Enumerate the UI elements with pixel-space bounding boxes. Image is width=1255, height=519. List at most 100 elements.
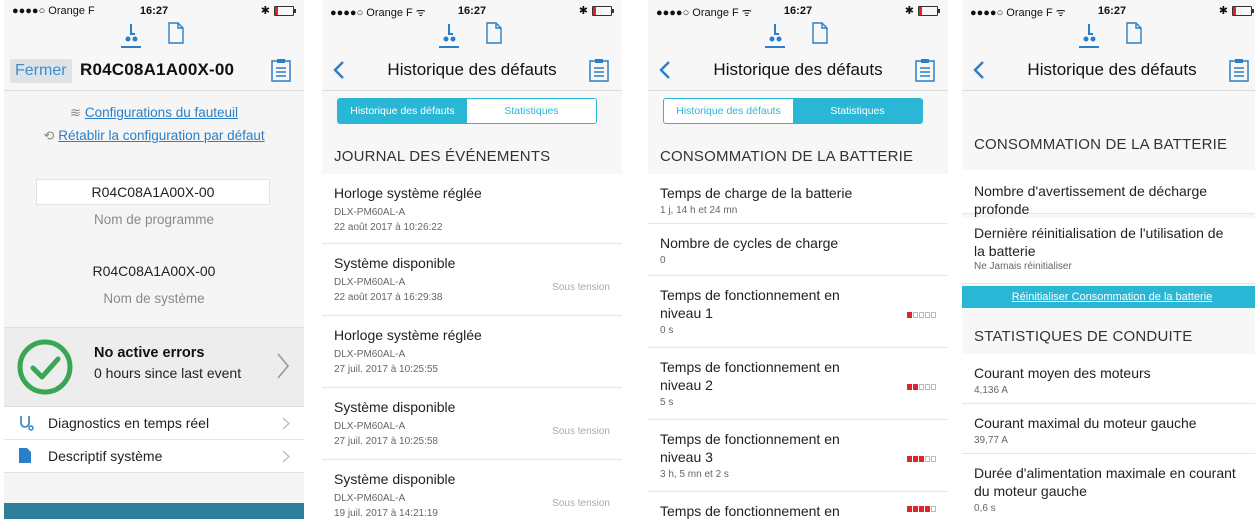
level-cell	[907, 312, 912, 318]
level-cell	[913, 384, 918, 390]
chevron-right-icon	[276, 352, 290, 380]
level-cell	[919, 456, 924, 462]
clipboard-icon[interactable]	[1228, 58, 1250, 82]
list-item: Nombre de cycles de charge 0	[648, 224, 948, 276]
wheelchair-icon[interactable]	[1079, 22, 1099, 48]
menu-item-system-description[interactable]: Descriptif système	[4, 440, 304, 473]
list-item[interactable]: Système disponible DLX-PM60AL-A 19 juil.…	[322, 460, 622, 519]
clock: 16:27	[139, 5, 169, 17]
clipboard-icon[interactable]	[588, 58, 610, 82]
status-indicators: ✱	[261, 4, 296, 17]
chevron-right-icon	[282, 450, 290, 463]
wheelchair-icon[interactable]	[121, 22, 141, 48]
section-header: STATISTIQUES DE CONDUITE	[974, 328, 1193, 345]
document-icon	[18, 447, 34, 465]
mode-switcher	[962, 22, 1255, 50]
clock: 16:27	[1097, 5, 1127, 17]
document-icon[interactable]	[485, 22, 505, 44]
document-icon[interactable]	[1125, 22, 1145, 44]
list-item: Temps de fonctionnement en niveau 3 3 h,…	[648, 420, 948, 492]
page-title: R04C08A1A00X-00	[80, 60, 235, 79]
page-title: Historique des défauts	[713, 60, 883, 79]
event-status: Sous tension	[552, 498, 610, 509]
program-name-field[interactable]: R04C08A1A00X-00	[36, 179, 270, 205]
reset-battery-button[interactable]: Réinitialiser Consommation de la batteri…	[962, 286, 1255, 308]
bluetooth-icon: ✱	[1218, 5, 1228, 17]
screen-event-log: ●●●●○ Orange F ᯤ 16:27 ✱ Historique des …	[322, 0, 622, 519]
list-item[interactable]: Système disponible DLX-PM60AL-A 22 août …	[322, 244, 622, 316]
clock: 16:27	[783, 5, 813, 17]
back-chevron-icon[interactable]	[656, 59, 676, 81]
level-indicator	[907, 506, 936, 512]
level-indicator	[907, 312, 936, 318]
section-header: CONSOMMATION DE LA BATTERIE	[660, 148, 914, 165]
level-cell	[907, 506, 912, 512]
clipboard-icon[interactable]	[914, 58, 936, 82]
menu-item-diagnostics[interactable]: Diagnostics en temps réel	[4, 407, 304, 440]
screen-driving-statistics: ●●●●○ Orange F ᯤ 16:27 ✱ Historique des …	[962, 0, 1255, 519]
level-cell	[919, 312, 924, 318]
status-bar: ●●●●○ Orange F ᯤ 16:27 ✱	[962, 0, 1255, 22]
level-indicator	[907, 456, 936, 462]
level-cell	[931, 384, 936, 390]
level-cell	[913, 312, 918, 318]
level-cell	[925, 312, 930, 318]
list-item[interactable]: Horloge système réglée DLX-PM60AL-A 27 j…	[322, 316, 622, 388]
segmented-control: Historique des défauts Statistiques	[663, 98, 923, 124]
screen-program-overview: ●●●●○ Orange F 16:27 ✱ Fermer R04C08A1A0…	[4, 0, 304, 519]
nav-bar: Historique des défauts	[322, 50, 622, 91]
back-chevron-icon[interactable]	[330, 59, 350, 81]
chair-configurations-link[interactable]: ≋ Configurations du fauteuil	[4, 105, 304, 121]
list-item: Dernière réinitialisation de l'utilisati…	[962, 218, 1255, 284]
chevron-right-icon	[282, 417, 290, 430]
check-circle-icon	[16, 338, 74, 396]
close-button[interactable]: Fermer	[10, 59, 72, 83]
event-status: Sous tension	[552, 282, 610, 293]
level-cell	[907, 384, 912, 390]
screen-battery-statistics: ●●●●○ Orange F ᯤ 16:27 ✱ Historique des …	[648, 0, 948, 519]
level-cell	[919, 384, 924, 390]
nav-bar: Historique des défauts	[962, 50, 1255, 91]
battery-icon	[592, 5, 614, 16]
level-cell	[913, 456, 918, 462]
clipboard-icon[interactable]	[270, 58, 292, 82]
status-subtitle: 0 hours since last event	[94, 365, 242, 381]
event-list: Horloge système réglée DLX-PM60AL-A 22 a…	[322, 174, 622, 519]
back-chevron-icon[interactable]	[970, 59, 990, 81]
wheelchair-icon[interactable]	[439, 22, 459, 48]
list-item[interactable]: Horloge système réglée DLX-PM60AL-A 22 a…	[322, 174, 622, 244]
tab-fault-history[interactable]: Historique des défauts	[664, 99, 793, 123]
tab-fault-history[interactable]: Historique des défauts	[338, 99, 467, 123]
status-bar: ●●●●○ Orange F ᯤ 16:27 ✱	[648, 0, 948, 22]
mode-switcher	[322, 22, 622, 50]
section-header: JOURNAL DES ÉVÉNEMENTS	[334, 148, 551, 165]
status-indicators: ✱	[904, 4, 940, 17]
list-item: Nombre d'avertissement de décharge profo…	[962, 170, 1255, 232]
nav-bar: Historique des défauts	[648, 50, 948, 91]
bottom-bar	[4, 503, 304, 519]
status-indicators: ✱	[579, 4, 614, 17]
battery-icon	[918, 5, 940, 16]
document-icon[interactable]	[167, 22, 187, 44]
status-indicators: ✱	[1218, 4, 1254, 17]
restore-icon: ⟲	[43, 128, 55, 143]
list-item[interactable]: Système disponible DLX-PM60AL-A 27 juil.…	[322, 388, 622, 460]
bluetooth-icon: ✱	[904, 5, 914, 17]
tab-statistics[interactable]: Statistiques	[467, 99, 596, 123]
document-icon[interactable]	[811, 22, 831, 44]
status-bar: ●●●●○ Orange F ᯤ 16:27 ✱	[322, 0, 622, 22]
list-item: Courant moyen des moteurs 4,136 A	[962, 354, 1255, 404]
level-cell	[931, 312, 936, 318]
page-title: Historique des défauts	[1027, 60, 1197, 79]
level-cell	[925, 384, 930, 390]
list-item: Temps de fonctionnement en	[648, 492, 948, 519]
system-name-caption: Nom de système	[103, 291, 205, 306]
system-name-value: R04C08A1A00X-00	[92, 263, 216, 279]
wheelchair-icon[interactable]	[765, 22, 785, 48]
level-cell	[931, 506, 936, 512]
tab-statistics[interactable]: Statistiques	[793, 99, 922, 123]
restore-default-link[interactable]: ⟲ Rétablir la configuration par défaut	[4, 128, 304, 144]
error-status-panel[interactable]: No active errors 0 hours since last even…	[4, 327, 304, 407]
level-indicator	[907, 384, 936, 390]
level-cell	[925, 456, 930, 462]
